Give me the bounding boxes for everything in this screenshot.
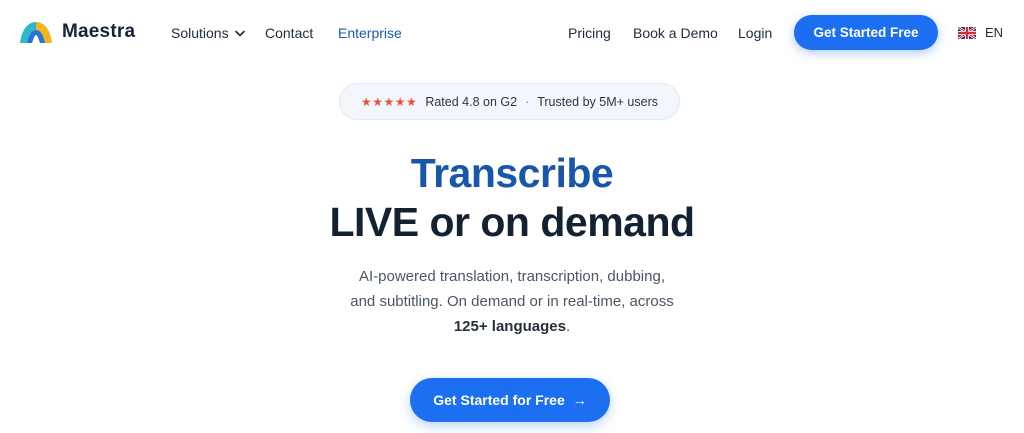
top-navigation: Maestra Solutions Contact Enterprise Pri…: [0, 0, 1024, 66]
language-label: EN: [985, 25, 1004, 40]
get-started-free-button[interactable]: Get Started Free: [794, 15, 938, 50]
maestra-logo-icon: [20, 22, 52, 43]
rating-badge: ★★★★★ Rated 4.8 on G2 · Trusted by 5M+ u…: [339, 83, 680, 120]
nav-solutions-label: Solutions: [171, 25, 229, 41]
brand-logo[interactable]: Maestra: [18, 19, 135, 45]
hero-subtitle: AI-powered translation, transcription, d…: [312, 264, 712, 339]
nav-book-demo-link[interactable]: Book a Demo: [633, 25, 718, 41]
hero-title-line1: Transcribe: [410, 150, 614, 196]
trusted-text: Trusted by 5M+ users: [537, 94, 658, 109]
hero-subtitle-line1: AI-powered translation, transcription, d…: [358, 268, 665, 285]
nav-login-link[interactable]: Login: [738, 25, 772, 41]
hero-cta-label: Get Started for Free: [433, 392, 565, 408]
language-selector[interactable]: EN: [958, 25, 1003, 40]
uk-flag-icon: [958, 26, 976, 39]
chevron-down-icon: [234, 30, 245, 36]
rating-separator: ·: [525, 94, 530, 109]
hero-subtitle-languages: 125+ languages: [453, 318, 566, 335]
nav-pricing-link[interactable]: Pricing: [568, 25, 611, 41]
hero-title-line2: LIVE or on demand: [329, 199, 695, 245]
hero-subtitle-line2: and subtitling. On demand or in real-tim…: [350, 293, 674, 310]
hero-subtitle-period: .: [565, 318, 571, 335]
nav-contact-link[interactable]: Contact: [265, 25, 313, 41]
brand-name: Maestra: [62, 21, 136, 42]
get-started-for-free-button[interactable]: Get Started for Free →: [410, 378, 610, 422]
nav-solutions-dropdown[interactable]: Solutions: [171, 25, 245, 41]
nav-enterprise-link[interactable]: Enterprise: [338, 25, 402, 41]
arrow-right-icon: →: [572, 392, 587, 408]
star-rating-icon: ★★★★★: [361, 94, 418, 109]
rating-text: Rated 4.8 on G2: [425, 94, 518, 109]
